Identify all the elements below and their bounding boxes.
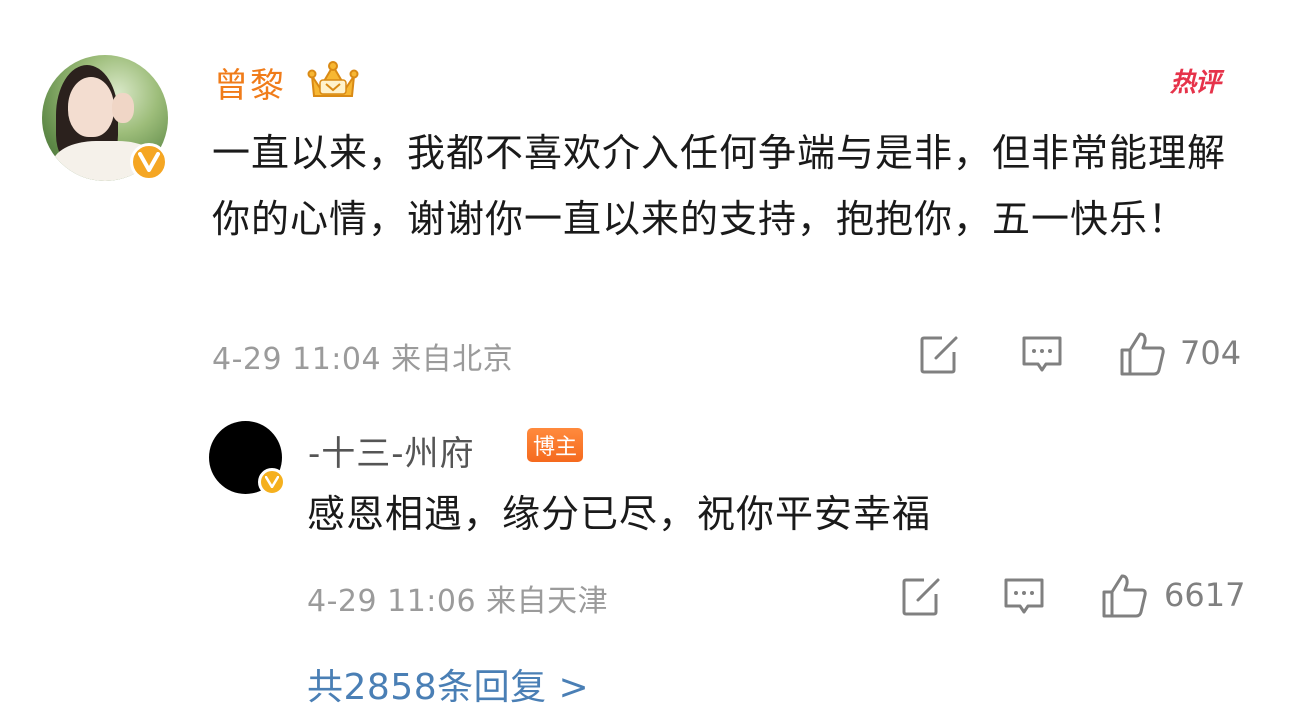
reply-meta: 4-29 11:06 来自天津 xyxy=(307,584,609,619)
reply-text: 感恩相遇，缘分已尽，祝你平安幸福 xyxy=(307,492,932,536)
hot-comment-tag: 热评 xyxy=(1170,68,1221,98)
comment-text: 一直以来，我都不喜欢介入任何争端与是非，但非常能理解你的心情，谢谢你一直以来的支… xyxy=(212,131,1227,241)
author-name[interactable]: 曾黎 xyxy=(214,58,286,107)
like-count: 704 xyxy=(1180,334,1242,372)
verified-badge-icon xyxy=(130,143,168,181)
view-more-replies-link[interactable]: 共2858条回复 > xyxy=(307,658,589,710)
reply-author-name[interactable]: -十三-州府 xyxy=(308,426,475,475)
blogger-badge: 博主 xyxy=(527,428,583,462)
like-icon[interactable] xyxy=(1100,572,1148,618)
repost-icon[interactable] xyxy=(918,334,960,376)
like-count: 6617 xyxy=(1164,576,1246,614)
comment-icon[interactable] xyxy=(1020,334,1064,376)
comment-meta: 4-29 11:04 来自北京 xyxy=(212,342,514,377)
comment-icon[interactable] xyxy=(1002,576,1046,618)
repost-icon[interactable] xyxy=(900,576,942,618)
crown-icon xyxy=(306,58,360,102)
verified-badge-icon xyxy=(258,468,286,496)
like-icon[interactable] xyxy=(1118,330,1166,376)
